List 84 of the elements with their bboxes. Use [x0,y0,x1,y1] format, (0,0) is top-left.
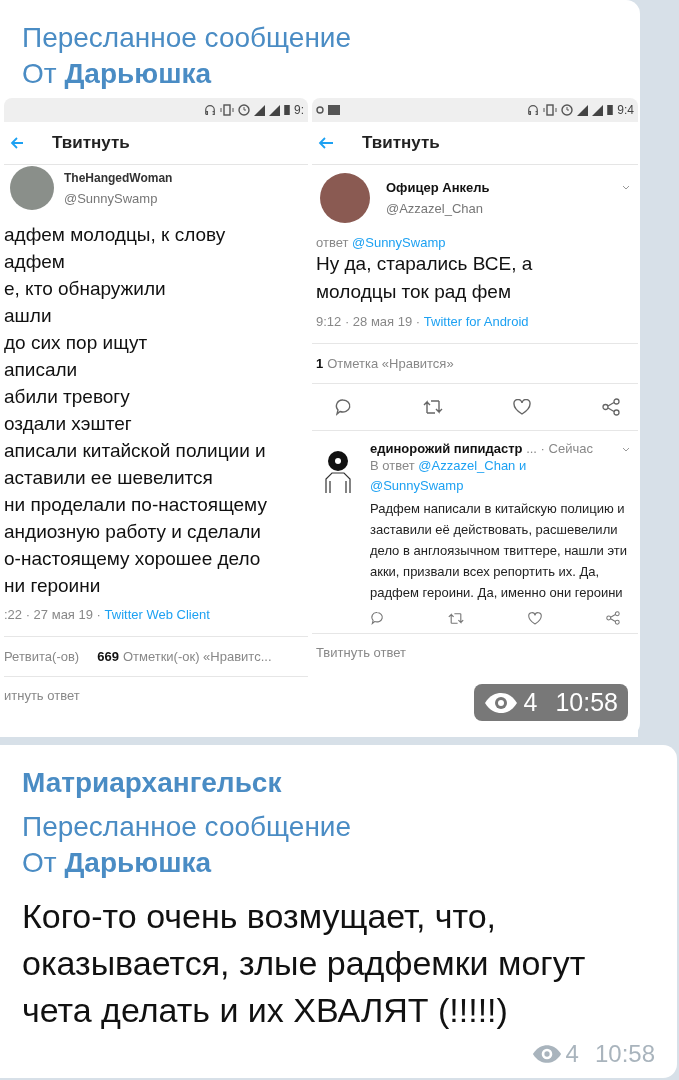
tweet-text-line: ашли [4,304,53,328]
signal-icon [269,104,280,116]
client-link[interactable]: Twitter Web Client [104,607,210,622]
tweet-timestamp: 9:12 · 28 мая 19 · [316,314,421,329]
share-icon[interactable] [606,611,620,625]
chevron-down-icon[interactable] [622,447,630,452]
mention-link[interactable]: @SunnySwamp [352,235,446,250]
signal-icon [577,104,589,116]
likes-label: Отметки(-ок) «Нравитс... [122,649,272,664]
alarm-icon [238,104,250,116]
signal-icon [592,104,604,116]
likes-label: Отметка «Нравится» [327,356,454,371]
reply-prefix: ответ [316,235,349,250]
tweet-text-line: абили тревогу [4,385,131,409]
view-count: 4 [523,688,538,717]
author-name: единорожий пипидастр [370,441,523,456]
forwarded-label: Пересланное сообщение [22,810,353,844]
message-text: Кого-то очень возмущает, что, оказывается, злые радфемки могут чета делать и их ХВАЛЯТ (!!!!!) [22,896,587,1031]
message-time: 10:58 [555,688,618,717]
share-icon[interactable] [601,398,620,416]
avatar [10,166,54,210]
heart-icon[interactable] [513,399,532,415]
avatar [320,173,370,223]
alarm-icon [561,104,574,116]
tweet-text-line: ни героини [4,574,102,598]
image-icon [328,105,340,115]
likes-count: 669 [97,649,119,664]
tweet-text-line: аставили ее шевелится [4,466,214,490]
eye-icon [531,1044,562,1064]
likes-count: 1 [316,356,324,371]
signal-icon [254,104,265,116]
retweet-icon[interactable] [448,611,464,625]
battery-icon [284,105,290,115]
retweets-label: Ретвита(-ов) [4,649,80,664]
author-name: Офицер Анкель [386,180,490,195]
tweet-text-line: аписали [4,358,79,382]
reply-prompt[interactable]: Твитнуть ответ [312,634,638,671]
client-link[interactable]: Twitter for Android [423,314,529,329]
forwarded-from[interactable]: От Дарьюшка [22,845,655,881]
tweet-text-line: андиозную работу и сделали [4,520,262,544]
back-arrow-icon[interactable] [10,136,24,150]
mention-link[interactable]: @SunnySwamp [370,478,464,493]
vibrate-icon [543,104,558,116]
chevron-down-icon[interactable] [622,185,630,190]
battery-icon [607,105,614,115]
tweet-text-line: адфем [4,250,66,274]
headphones-icon [204,104,216,116]
tweet-text-line: ни проделали по-настоящему [4,493,268,517]
author-handle: @Azzazel_Chan [386,201,485,216]
vibrate-icon [220,104,234,116]
tweet-timestamp: :22 · 27 мая 19 · [4,607,101,622]
circle-icon [316,106,324,114]
view-count: 4 [565,1040,579,1068]
tweet-text-line: адфем молодцы, к слову [4,223,227,247]
retweet-icon[interactable] [422,399,443,415]
tweet-text-line: молодцы ток рад фем [316,280,512,304]
forwarded-label: Пересланное сообщение [22,21,353,55]
tweet-text-line: до сих пор ищут [4,331,149,355]
reply-prefix: В ответ [370,458,415,473]
comment-icon[interactable] [334,398,352,416]
reply-time: · Сейчас [540,441,593,456]
tweet-text-line: Ну да, старались ВСЕ, а [316,252,534,276]
header-title: Твитнуть [362,133,440,153]
tweet-text-line: аписали китайской полиции и [4,439,267,463]
name-ellipsis: ... [526,441,537,456]
comment-icon[interactable] [370,611,384,625]
mention-link[interactable]: @Azzazel_Chan и [418,458,527,473]
header-title: Твитнуть [52,133,130,153]
author-handle: @SunnySwamp [64,190,159,206]
reply-text: Радфем написали в китайскую полицию и заставили её действовать, расшевелили дело в англоязычном твиттере, нашли эти акки, призвали всех репортить их. Да, радфем героини. Да, именно они героини [370,500,629,602]
author-name: TheHangedWoman [64,170,173,185]
tweet-text-line: о-настоящему хорошее дело [4,547,262,571]
message-time: 10:58 [594,1040,655,1068]
forwarded-from[interactable]: От Дарьюшка [22,56,640,92]
reply-prompt[interactable]: итнуть ответ [4,677,308,714]
heart-icon[interactable] [528,611,542,625]
status-time: 9:4 [617,103,634,117]
headphones-icon [527,104,540,116]
sender-name[interactable]: Матриархангельск [22,765,655,801]
tweet-text-line: е, кто обнаружили [4,277,167,301]
eye-icon [483,691,518,714]
back-arrow-icon[interactable] [318,136,334,150]
status-time: 9: [294,103,304,117]
tweet-text-line: оздали хэштег [4,412,133,436]
